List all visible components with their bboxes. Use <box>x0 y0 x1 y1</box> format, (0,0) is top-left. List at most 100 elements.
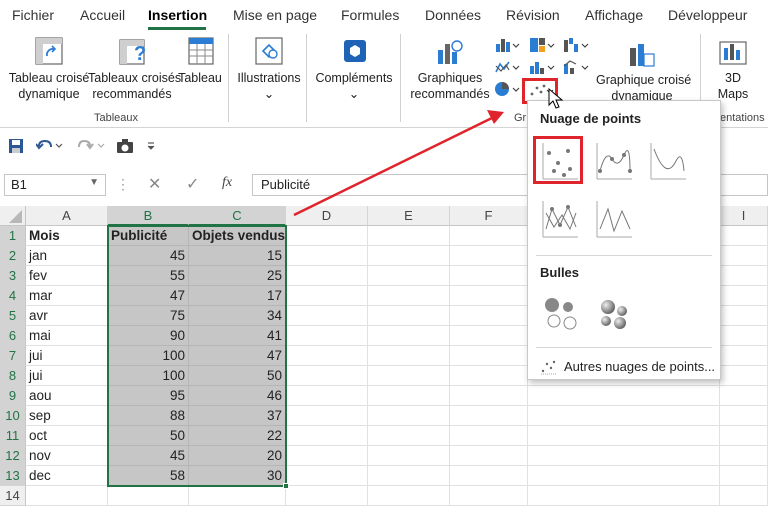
empty-cell[interactable] <box>720 226 768 246</box>
row-header[interactable]: 5 <box>0 306 26 326</box>
column-header-b[interactable]: B <box>108 206 189 226</box>
addins-button[interactable]: Compléments ⌄ <box>312 70 396 102</box>
empty-cell[interactable] <box>450 366 528 386</box>
empty-cell[interactable] <box>368 486 450 506</box>
column-header-d[interactable]: D <box>286 206 368 226</box>
empty-cell[interactable] <box>450 226 528 246</box>
scatter-straight-lines-icon[interactable] <box>594 199 634 239</box>
cell-a10[interactable]: sep <box>26 406 108 426</box>
empty-cell[interactable] <box>528 466 720 486</box>
tab-fichier[interactable]: Fichier <box>12 7 54 23</box>
empty-cell[interactable] <box>528 486 720 506</box>
cell-c9[interactable]: 46 <box>189 386 286 406</box>
tab-accueil[interactable]: Accueil <box>80 7 125 23</box>
cell-b1[interactable]: Publicité <box>108 226 189 246</box>
recommended-pivot-button[interactable]: Tableaux croisés recommandés <box>88 70 181 102</box>
waterfall-chart-icon[interactable] <box>562 36 590 54</box>
empty-cell[interactable] <box>528 426 720 446</box>
empty-cell[interactable] <box>368 426 450 446</box>
bubble-chart-icon[interactable] <box>540 293 580 333</box>
row-header[interactable]: 11 <box>0 426 26 446</box>
empty-cell[interactable] <box>368 246 450 266</box>
cell-a6[interactable]: mai <box>26 326 108 346</box>
cancel-icon[interactable]: ✕ <box>148 174 161 194</box>
row-header[interactable]: 8 <box>0 366 26 386</box>
empty-cell[interactable] <box>368 326 450 346</box>
empty-cell[interactable] <box>720 406 768 426</box>
empty-cell[interactable] <box>450 306 528 326</box>
tab-developpeur[interactable]: Développeur <box>668 7 747 23</box>
empty-cell[interactable] <box>450 346 528 366</box>
cell-b14[interactable] <box>108 486 189 506</box>
cell-c2[interactable]: 15 <box>189 246 286 266</box>
pivot-table-button[interactable]: Tableau croisé dynamique <box>8 70 90 102</box>
empty-cell[interactable] <box>286 486 368 506</box>
row-header[interactable]: 6 <box>0 326 26 346</box>
empty-cell[interactable] <box>286 246 368 266</box>
undo-icon[interactable] <box>36 138 66 154</box>
empty-cell[interactable] <box>720 486 768 506</box>
3d-maps-button[interactable]: 3D Maps <box>708 70 758 102</box>
table-button[interactable]: Tableau <box>176 70 224 86</box>
empty-cell[interactable] <box>720 286 768 306</box>
cell-c13[interactable]: 30 <box>189 466 286 486</box>
scatter-smooth-lines-icon[interactable] <box>648 141 688 181</box>
line-chart-icon[interactable] <box>494 58 520 76</box>
column-header-i[interactable]: I <box>720 206 768 226</box>
empty-cell[interactable] <box>450 406 528 426</box>
redo-icon[interactable] <box>78 138 108 154</box>
empty-cell[interactable] <box>450 286 528 306</box>
cell-c14[interactable] <box>189 486 286 506</box>
save-icon[interactable] <box>8 138 24 154</box>
empty-cell[interactable] <box>450 486 528 506</box>
cell-a12[interactable]: nov <box>26 446 108 466</box>
empty-cell[interactable] <box>286 406 368 426</box>
pie-chart-icon[interactable] <box>494 80 520 98</box>
cell-a7[interactable]: jui <box>26 346 108 366</box>
empty-cell[interactable] <box>286 226 368 246</box>
cell-a2[interactable]: jan <box>26 246 108 266</box>
row-header[interactable]: 2 <box>0 246 26 266</box>
tab-donnees[interactable]: Données <box>425 7 481 23</box>
column-header-e[interactable]: E <box>368 206 450 226</box>
empty-cell[interactable] <box>286 466 368 486</box>
insert-function-icon[interactable]: fx <box>222 175 232 191</box>
row-header[interactable]: 13 <box>0 466 26 486</box>
empty-cell[interactable] <box>368 466 450 486</box>
column-header-a[interactable]: A <box>26 206 108 226</box>
cell-c6[interactable]: 41 <box>189 326 286 346</box>
empty-cell[interactable] <box>720 346 768 366</box>
cell-a1[interactable]: Mois <box>26 226 108 246</box>
name-box-dropdown-icon[interactable]: ▼ <box>89 177 99 188</box>
empty-cell[interactable] <box>286 266 368 286</box>
empty-cell[interactable] <box>368 266 450 286</box>
cell-c5[interactable]: 34 <box>189 306 286 326</box>
empty-cell[interactable] <box>286 426 368 446</box>
row-header[interactable]: 4 <box>0 286 26 306</box>
row-header[interactable]: 9 <box>0 386 26 406</box>
scatter-smooth-lines-markers-icon[interactable] <box>594 141 634 181</box>
cell-c12[interactable]: 20 <box>189 446 286 466</box>
combo-chart-icon[interactable] <box>562 58 590 76</box>
row-header[interactable]: 1 <box>0 226 26 246</box>
empty-cell[interactable] <box>450 466 528 486</box>
cell-c10[interactable]: 37 <box>189 406 286 426</box>
cell-b8[interactable]: 100 <box>108 366 189 386</box>
select-all-corner[interactable] <box>0 206 26 226</box>
cell-b10[interactable]: 88 <box>108 406 189 426</box>
cell-b4[interactable]: 47 <box>108 286 189 306</box>
enter-icon[interactable]: ✓ <box>186 174 199 194</box>
tab-affichage[interactable]: Affichage <box>585 7 643 23</box>
empty-cell[interactable] <box>720 266 768 286</box>
row-header[interactable]: 14 <box>0 486 26 506</box>
recommended-charts-button[interactable]: Graphiques recommandés <box>408 70 492 102</box>
empty-cell[interactable] <box>528 386 720 406</box>
customize-toolbar-icon[interactable] <box>146 138 156 154</box>
camera-icon[interactable] <box>116 138 134 154</box>
tab-revision[interactable]: Révision <box>506 7 560 23</box>
cell-b7[interactable]: 100 <box>108 346 189 366</box>
cell-b2[interactable]: 45 <box>108 246 189 266</box>
cell-a8[interactable]: jui <box>26 366 108 386</box>
cell-b3[interactable]: 55 <box>108 266 189 286</box>
row-header[interactable]: 7 <box>0 346 26 366</box>
